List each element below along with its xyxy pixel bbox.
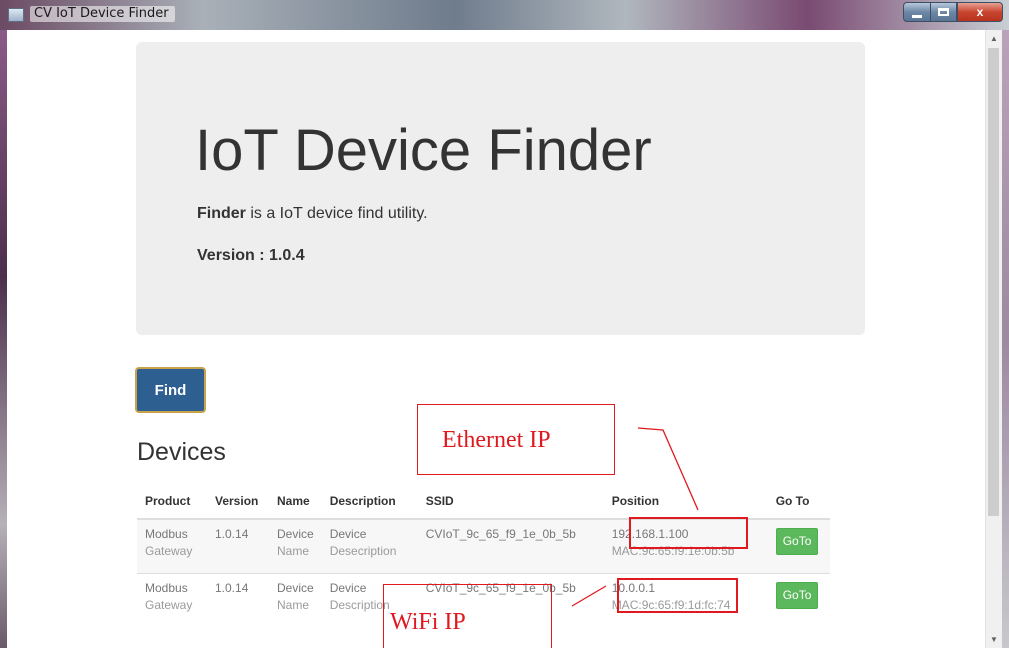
find-button[interactable]: Find [135,367,206,413]
app-icon [8,8,24,22]
scrollbar-thumb[interactable] [988,48,999,516]
cell-name: Device Name [269,518,322,574]
goto-button[interactable]: GoTo [775,582,819,609]
column-header-name: Name [269,483,322,520]
close-button[interactable]: x [957,2,1003,22]
table-header-row: Product Version Name Description SSID Po… [137,483,830,520]
scroll-up-icon[interactable]: ▲ [986,30,1002,47]
goto-button[interactable]: GoTo [775,528,819,555]
window-controls: x [903,2,1003,22]
cell-name: Device Name [269,573,322,627]
minimize-icon [912,14,922,18]
tagline-strong: Finder [197,205,246,222]
maximize-button[interactable] [930,2,957,22]
vertical-scrollbar[interactable]: ▲ ▼ [985,30,1002,648]
column-header-product: Product [137,483,207,520]
column-header-ssid: SSID [417,483,604,520]
cell-goto: GoTo [767,518,830,574]
devices-heading: Devices [137,438,226,466]
cell-version: 1.0.14 [207,573,269,627]
cell-product: Modbus Gateway [137,518,207,574]
minimize-button[interactable] [903,2,930,22]
cell-goto: GoTo [767,573,830,627]
title-bar[interactable]: CV IoT Device Finder x [0,0,1009,30]
scroll-down-icon[interactable]: ▼ [986,631,1002,648]
cell-ssid: CVIoT_9c_65_f9_1e_0b_5b [417,518,604,574]
tagline-text: is a IoT device find utility. [245,205,428,222]
column-header-version: Version [207,483,269,520]
wifi-ip-label: WiFi IP [390,609,466,635]
tagline: Finder is a IoT device find utility. [197,205,428,223]
cell-version: 1.0.14 [207,518,269,574]
window-title: CV IoT Device Finder [30,6,175,22]
client-area: IoT Device Finder Finder is a IoT device… [7,30,1002,648]
jumbotron: IoT Device Finder Finder is a IoT device… [136,42,865,335]
ethernet-ip-highlight [629,517,748,549]
wifi-ip-highlight [617,578,738,613]
wifi-ip-callout: WiFi IP [383,584,552,648]
window-frame-right [1002,30,1009,648]
version-label: Version : 1.0.4 [197,247,305,264]
cell-description: Device Desecription [321,518,418,574]
page-title: IoT Device Finder [195,118,652,183]
app-window: CV IoT Device Finder x IoT Device Finder… [0,0,1009,648]
ethernet-ip-callout: Ethernet IP [417,404,615,475]
column-header-goto: Go To [767,483,830,520]
column-header-position: Position [603,483,768,520]
ethernet-ip-label: Ethernet IP [442,427,551,453]
close-icon: x [976,5,984,19]
column-header-description: Description [321,483,418,520]
window-frame-left [0,30,7,648]
maximize-icon [938,8,949,16]
cell-product: Modbus Gateway [137,573,207,627]
